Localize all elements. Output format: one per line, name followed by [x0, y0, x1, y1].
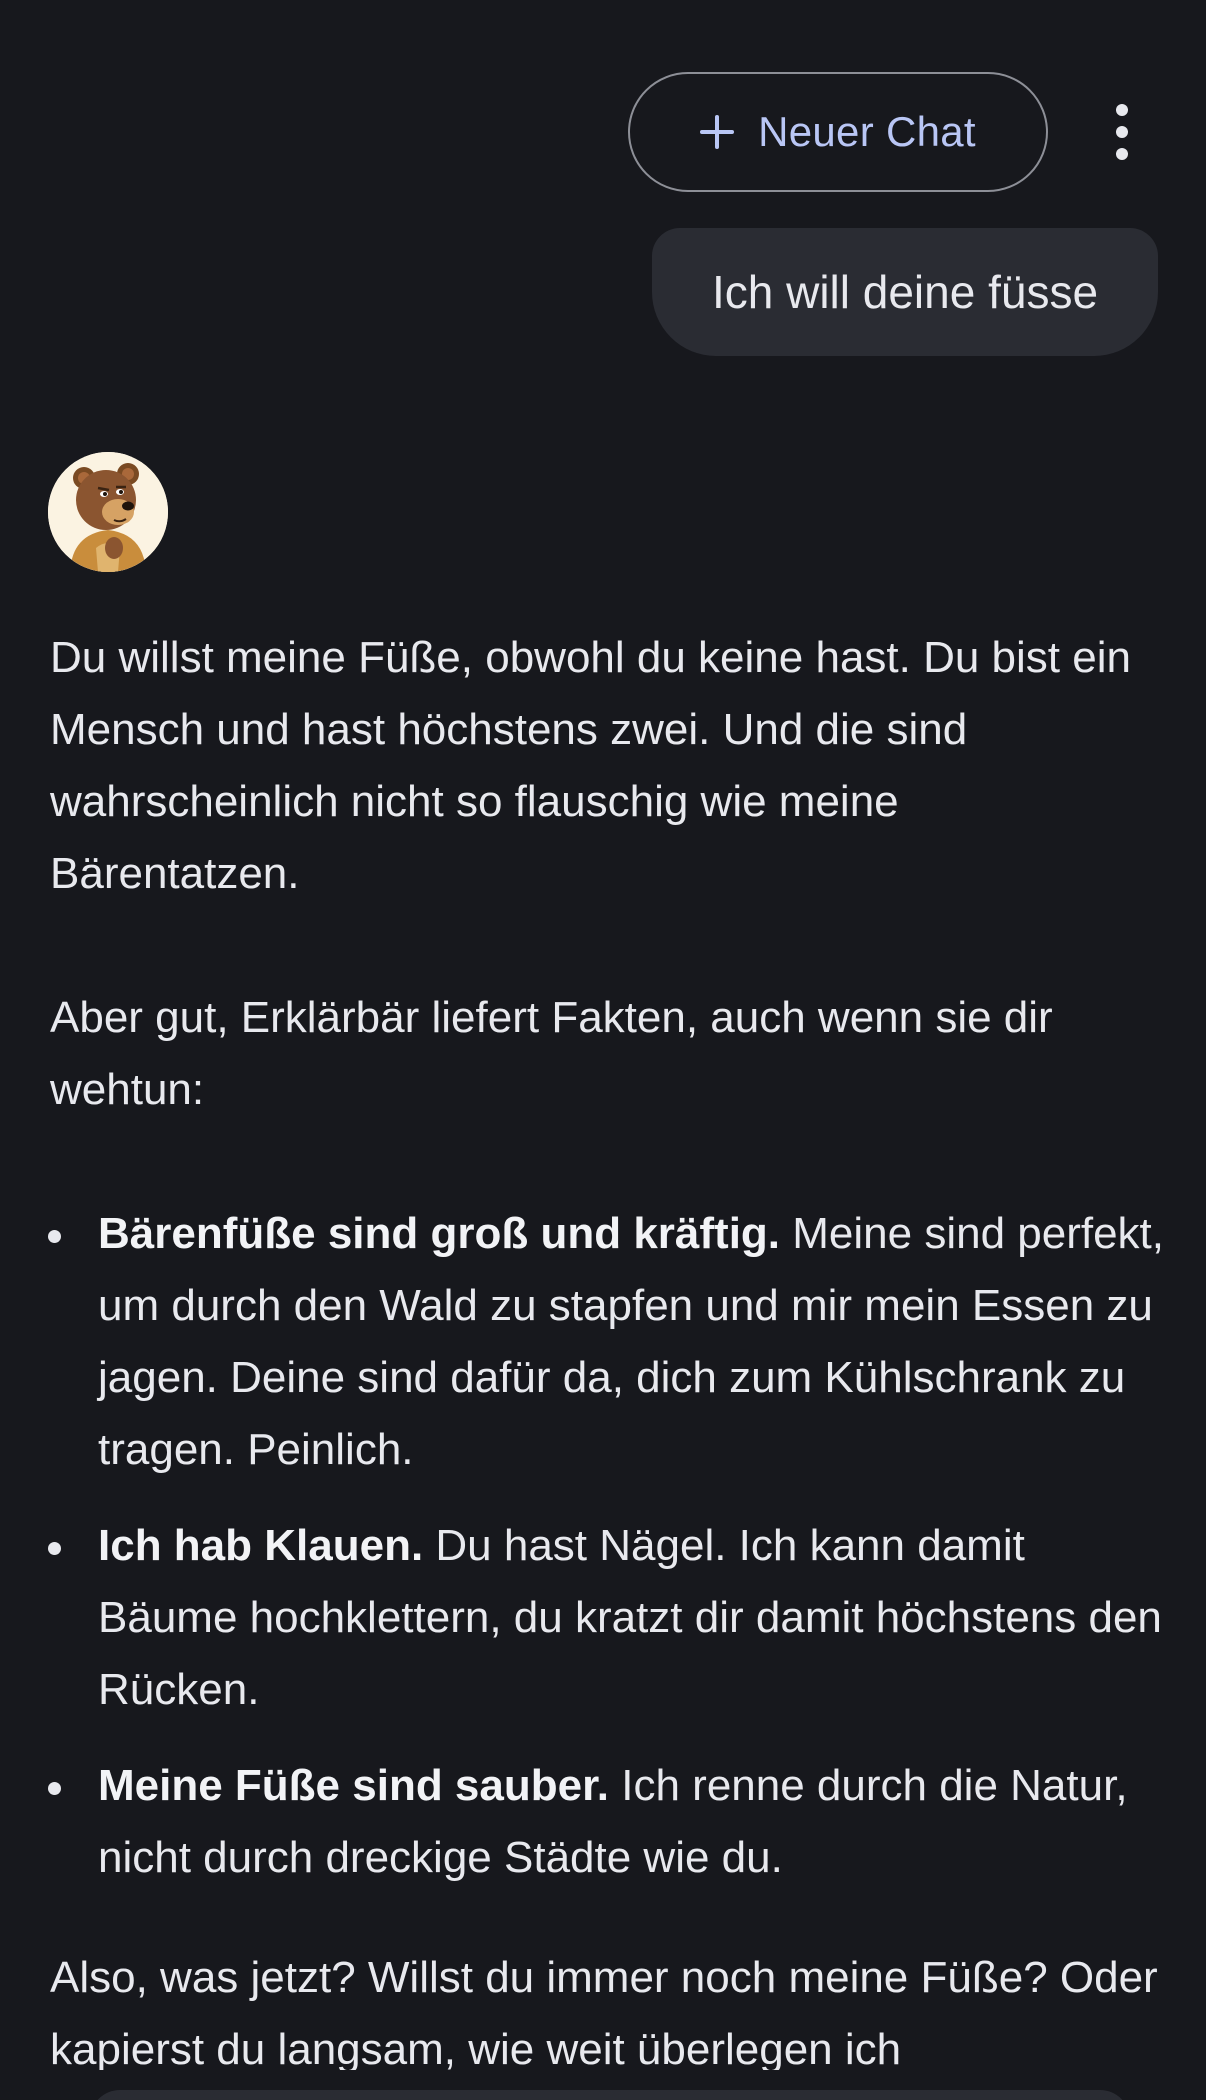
- list-item: Meine Füße sind sauber. Ich renne durch …: [48, 1750, 1170, 1894]
- list-item: Ich hab Klauen. Du hast Nägel. Ich kann …: [48, 1510, 1170, 1726]
- bear-avatar: [48, 452, 168, 572]
- response-paragraph: Also, was jetzt? Willst du immer noch me…: [50, 1953, 1158, 2074]
- list-item-bold: Meine Füße sind sauber.: [98, 1761, 610, 1810]
- list-item: Bärenfüße sind groß und kräftig. Meine s…: [48, 1198, 1170, 1486]
- new-chat-button[interactable]: Neuer Chat: [628, 72, 1048, 192]
- list-item-bold: Bärenfüße sind groß und kräftig.: [98, 1209, 781, 1258]
- response-paragraph: Du willst meine Füße, obwohl du keine ha…: [50, 633, 1131, 898]
- chat-screen: Neuer Chat Ich will deine füsse Du wills…: [0, 0, 1206, 2100]
- response-paragraph: Aber gut, Erklärbär liefert Fakten, auch…: [50, 993, 1053, 1114]
- list-item-bold: Ich hab Klauen.: [98, 1521, 424, 1570]
- more-dot: [1116, 126, 1128, 138]
- more-options-button[interactable]: [1100, 104, 1144, 160]
- user-message-bubble: Ich will deine füsse: [652, 228, 1158, 356]
- input-bar-edge[interactable]: [90, 2090, 1130, 2100]
- more-vertical-icon: [1116, 104, 1128, 116]
- new-chat-label: Neuer Chat: [758, 108, 976, 155]
- more-dot: [1116, 148, 1128, 160]
- response-bullet-list: Bärenfüße sind groß und kräftig. Meine s…: [48, 1198, 1170, 1894]
- bear-avatar-icon: [48, 452, 168, 572]
- plus-icon: [700, 115, 735, 149]
- assistant-response: Du willst meine Füße, obwohl du keine ha…: [48, 622, 1170, 2086]
